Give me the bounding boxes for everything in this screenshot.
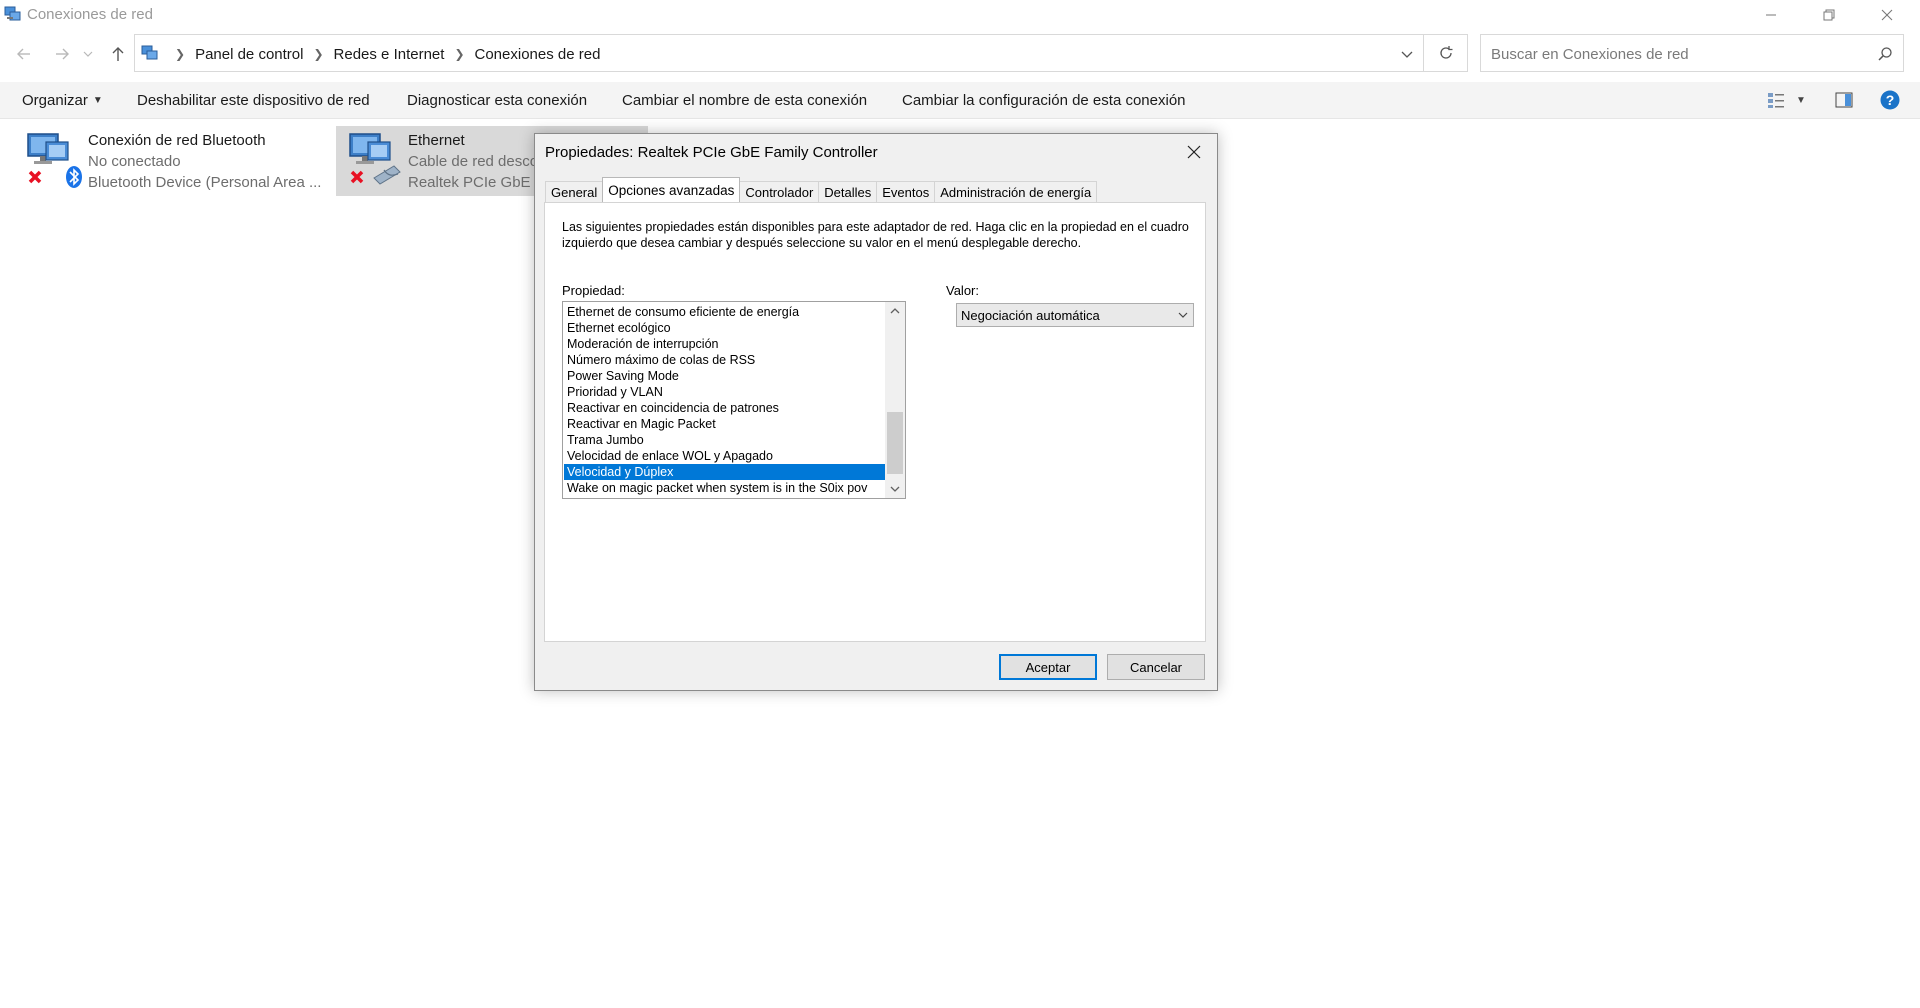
property-label: Propiedad: [562,283,625,298]
property-list-item[interactable]: Ethernet de consumo eficiente de energía [564,304,885,320]
property-list-item[interactable]: Wake on magic packet when system is in t… [564,480,885,496]
property-listbox[interactable]: Ethernet de consumo eficiente de energía… [562,301,906,499]
ok-button[interactable]: Aceptar [999,654,1097,680]
preview-pane-button[interactable] [1834,90,1854,110]
connection-device: Bluetooth Device (Personal Area ... [88,174,322,191]
value-select-current: Negociación automática [961,308,1100,323]
tab-opciones-avanzadas[interactable]: Opciones avanzadas [602,177,741,202]
connection-status: Cable de red desco [408,153,539,170]
help-icon: ? [1880,90,1900,110]
up-button[interactable] [106,42,130,66]
address-bar[interactable]: ❯ Panel de control ❯ Redes e Internet ❯ … [134,34,1424,72]
network-connections-icon [141,45,158,60]
scroll-up-button[interactable] [885,302,905,320]
svg-text:?: ? [1886,92,1895,108]
property-list-item[interactable]: Prioridad y VLAN [564,384,885,400]
dialog-title: Propiedades: Realtek PCIe GbE Family Con… [545,144,878,161]
view-options-button[interactable] [1766,90,1786,110]
network-adapter-icon [27,133,82,188]
help-button[interactable]: ? [1880,90,1900,110]
back-button[interactable] [12,42,36,66]
close-icon [1187,145,1201,159]
breadcrumb-conexiones-de-red[interactable]: Conexiones de red [475,46,601,63]
forward-button[interactable] [50,42,74,66]
view-options-dropdown[interactable]: ▼ [1794,90,1808,110]
caret-down-icon: ▼ [92,94,103,106]
restore-icon [1823,9,1835,21]
scroll-down-button[interactable] [885,480,905,498]
recent-locations-button[interactable] [80,42,96,66]
breadcrumb-panel-de-control[interactable]: Panel de control [195,46,303,63]
property-list-item[interactable]: Número máximo de colas de RSS [564,352,885,368]
search-input[interactable] [1489,44,1873,64]
close-icon [1881,9,1893,21]
property-list-item[interactable]: Trama Jumbo [564,432,885,448]
window-title: Conexiones de red [27,6,153,23]
chevron-up-icon [890,308,900,314]
cancel-button[interactable]: Cancelar [1107,654,1205,680]
property-list-item[interactable]: Velocidad de enlace WOL y Apagado [564,448,885,464]
organize-label: Organizar [22,91,88,109]
tab-administracion-de-energia[interactable]: Administración de energía [934,181,1098,202]
minimize-icon [1766,14,1776,16]
chevron-right-icon[interactable]: ❯ [454,47,464,61]
property-list-item[interactable]: Reactivar en Magic Packet [564,416,885,432]
property-list-item[interactable]: Moderación de interrupción [564,336,885,352]
breadcrumb: ❯ Panel de control ❯ Redes e Internet ❯ … [165,35,600,73]
chevron-down-icon [890,486,900,492]
diagnose-connection-button[interactable]: Diagnosticar esta conexión [407,82,587,118]
disable-device-button[interactable]: Deshabilitar este dispositivo de red [137,82,370,118]
rename-connection-button[interactable]: Cambiar el nombre de esta conexión [622,82,867,118]
refresh-button[interactable] [1424,34,1468,72]
chevron-right-icon[interactable]: ❯ [313,47,323,61]
connection-name: Ethernet [408,132,465,149]
change-settings-button[interactable]: Cambiar la configuración de esta conexió… [902,82,1186,118]
caret-down-icon: ▼ [1796,94,1806,106]
advanced-options-panel: Las siguientes propiedades están disponi… [544,202,1206,642]
title-bar: Conexiones de red [0,0,1920,30]
dialog-close-button[interactable] [1171,134,1217,170]
value-label: Valor: [946,283,979,298]
restore-button[interactable] [1800,0,1858,30]
listbox-scrollbar[interactable] [885,302,905,498]
connection-status: No conectado [88,153,181,170]
value-select[interactable]: Negociación automática [956,303,1194,327]
network-adapter-icon [349,133,401,185]
arrow-right-icon [56,48,69,60]
property-list-item[interactable]: Velocidad y Dúplex [564,464,885,480]
organize-menu-button[interactable]: Organizar ▼ [22,82,103,118]
tab-eventos[interactable]: Eventos [876,181,936,202]
description-text: Las siguientes propiedades están disponi… [562,220,1189,250]
tab-general[interactable]: General [545,181,604,202]
arrow-up-icon [112,47,124,61]
refresh-icon [1439,46,1452,59]
view-details-icon [1768,93,1784,108]
connection-item-bluetooth[interactable]: Conexión de red Bluetooth No conectado B… [14,126,334,196]
tab-detalles[interactable]: Detalles [818,181,878,202]
preview-pane-icon [1835,92,1853,108]
chevron-right-icon: ❯ [175,47,186,61]
breadcrumb-redes-e-internet[interactable]: Redes e Internet [334,46,445,63]
navigation-bar: ❯ Panel de control ❯ Redes e Internet ❯ … [0,34,1920,74]
tab-controlador[interactable]: Controlador [739,181,820,202]
arrow-left-icon [17,48,30,60]
dialog-tabs: General Opciones avanzadas Controlador D… [545,177,1098,202]
connection-name: Conexión de red Bluetooth [88,132,266,149]
connection-device: Realtek PCIe GbE Fa [408,174,553,191]
search-box[interactable] [1480,34,1904,72]
command-bar: Organizar ▼ Deshabilitar este dispositiv… [0,82,1920,119]
close-window-button[interactable] [1858,0,1916,30]
network-connections-icon [4,6,21,21]
property-list-item[interactable]: Power Saving Mode [564,368,885,384]
chevron-down-icon [1178,312,1188,318]
property-list-item[interactable]: Reactivar en coincidencia de patrones [564,400,885,416]
property-list-item[interactable]: Ethernet ecológico [564,320,885,336]
property-list: Ethernet de consumo eficiente de energía… [564,304,885,496]
scroll-thumb[interactable] [887,412,903,474]
search-icon[interactable] [1877,46,1893,62]
chevron-down-icon [83,51,93,57]
properties-dialog: Propiedades: Realtek PCIe GbE Family Con… [534,133,1218,691]
minimize-button[interactable] [1742,0,1800,30]
chevron-down-icon[interactable] [1399,46,1415,62]
